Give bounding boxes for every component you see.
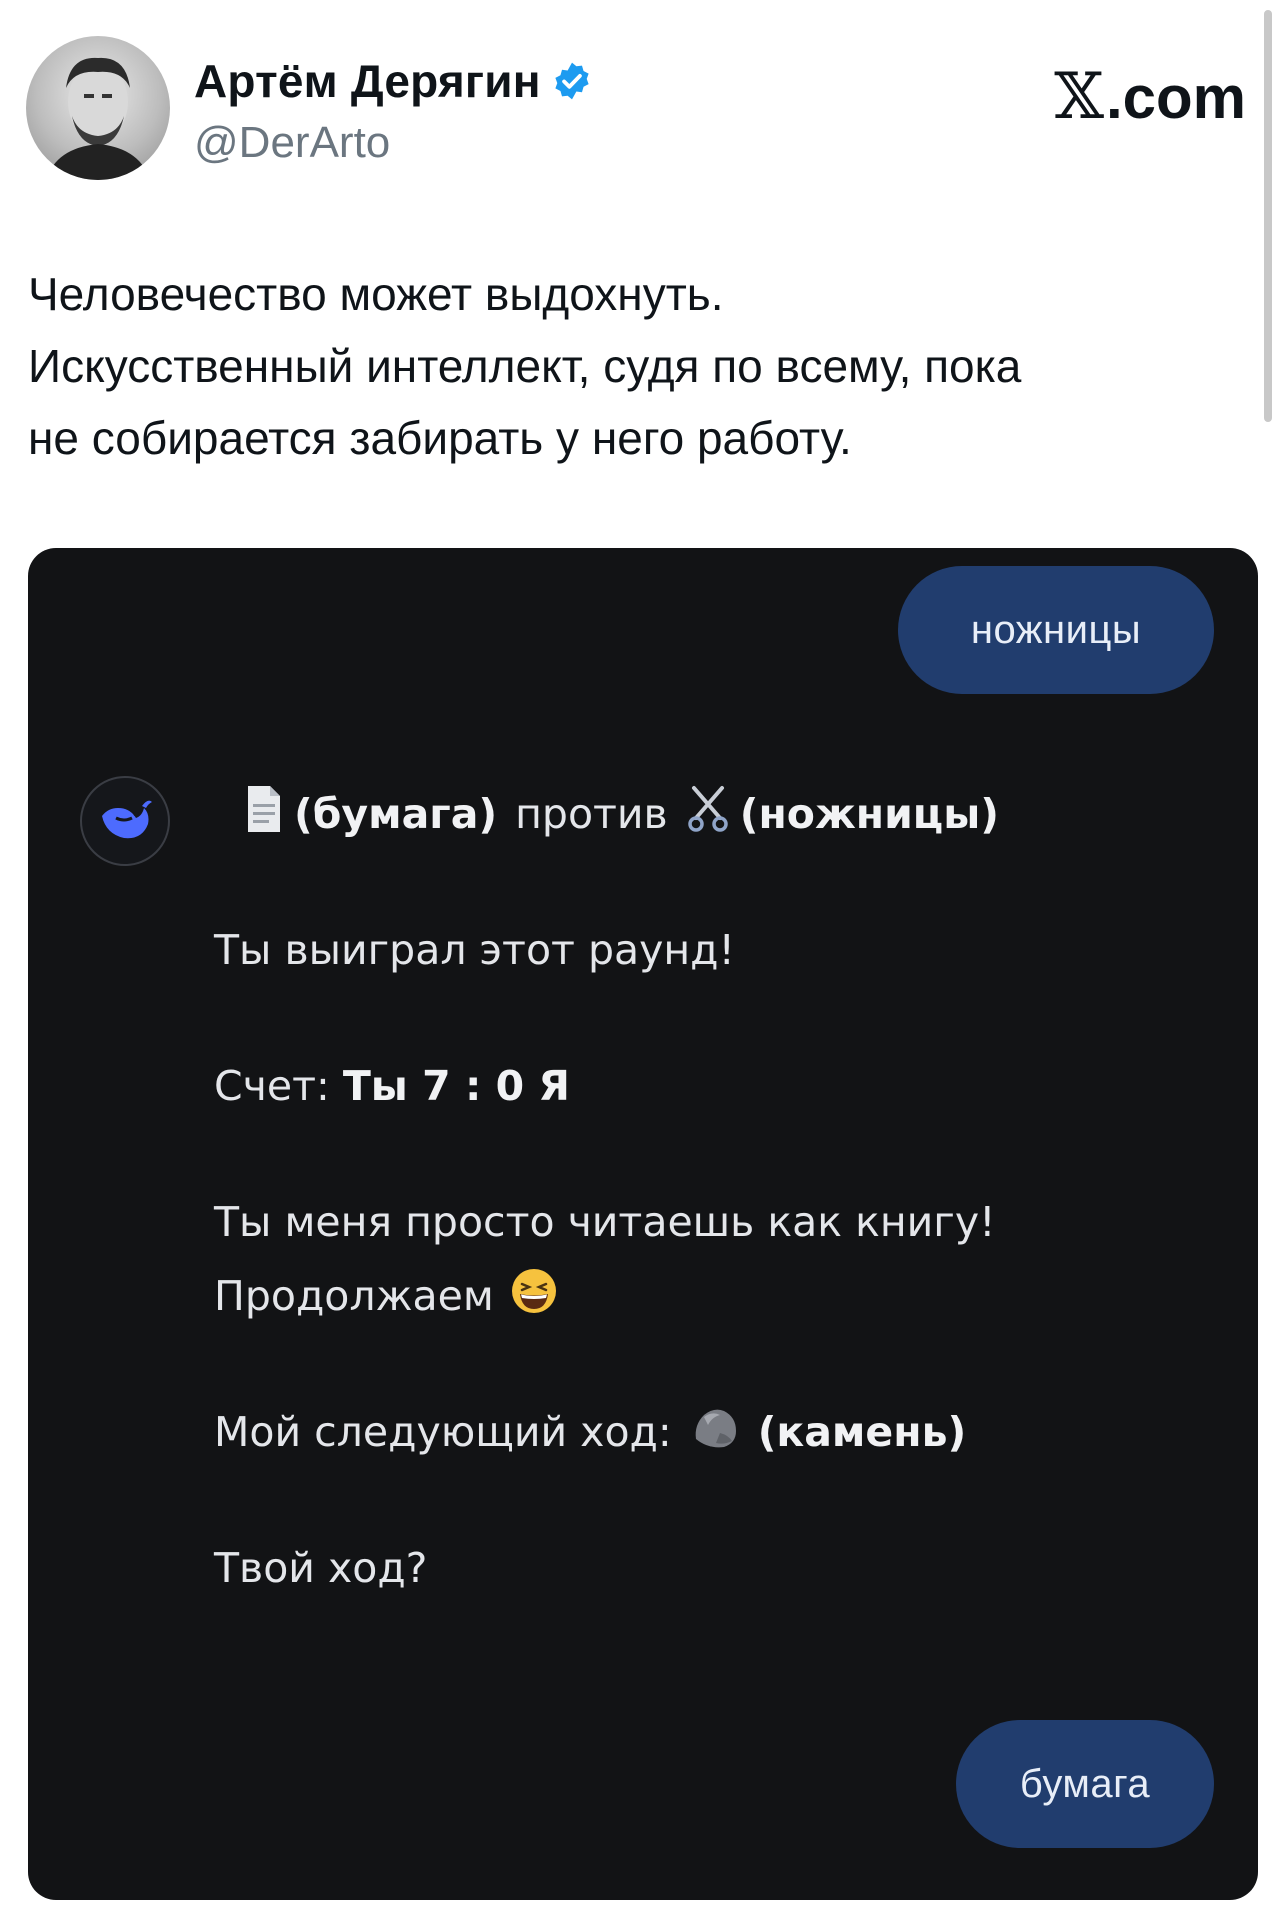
verified-badge-icon	[551, 60, 593, 102]
comment-line-1: Ты меня просто читаешь как книгу!	[214, 1198, 996, 1246]
round-result-line: (бумага) против (ножницы)	[244, 776, 999, 852]
tweet-header: Артём Дерягин @DerArto 𝕏 .com	[26, 36, 1246, 186]
tweet-text: Человечество может выдохнуть. Искусствен…	[28, 258, 1238, 474]
author-handle[interactable]: @DerArto	[194, 118, 390, 168]
brand-logo: 𝕏 .com	[1054, 60, 1246, 134]
author-name-row: Артём Дерягин	[194, 54, 593, 108]
scrollbar[interactable]	[1264, 10, 1272, 422]
result-text: Ты выиграл этот раунд!	[214, 926, 735, 974]
comment-line-2: Продолжаем	[214, 1258, 568, 1334]
user-message-bubble: бумага	[956, 1720, 1214, 1848]
rock-icon	[690, 1403, 740, 1461]
user-message-text: ножницы	[970, 607, 1142, 652]
user-message-text: бумага	[1019, 1761, 1151, 1806]
tweet-media-chat-screenshot[interactable]: ножницы (бумага) против (ножницы) Ты выи…	[28, 548, 1258, 1900]
score-line: Счет: Ты 7 : 0 Я	[214, 1048, 570, 1124]
score-value: Ты 7 : 0 Я	[342, 1062, 570, 1110]
score-prefix: Счет:	[214, 1062, 330, 1110]
bot-avatar	[80, 776, 170, 866]
tweet-line: Человечество может выдохнуть.	[28, 268, 724, 320]
x-logo-icon: 𝕏	[1054, 60, 1104, 134]
brand-suffix: .com	[1105, 63, 1246, 131]
tweet-line: Искусственный интеллект, судя по всему, …	[28, 340, 1022, 392]
whale-logo-icon	[102, 800, 152, 839]
next-move-prefix: Мой следующий ход:	[214, 1408, 672, 1456]
avatar[interactable]	[26, 36, 170, 180]
question-text: Твой ход?	[214, 1544, 428, 1592]
comment-text: Продолжаем	[214, 1272, 494, 1320]
right-choice-label: (ножницы)	[739, 790, 1000, 838]
next-move-line: Мой следующий ход: (камень)	[214, 1394, 966, 1470]
tweet-line: не собирается забирать у него работу.	[28, 412, 852, 464]
document-icon	[244, 784, 284, 844]
user-message-bubble: ножницы	[898, 566, 1214, 694]
grinning-squinting-face-icon	[510, 1267, 558, 1325]
avatar-portrait-image	[46, 57, 150, 180]
versus-text: против	[515, 790, 668, 838]
scissors-icon	[686, 784, 730, 844]
author-name[interactable]: Артём Дерягин	[194, 54, 541, 108]
next-move-label: (камень)	[757, 1408, 967, 1456]
left-choice-label: (бумага)	[294, 790, 498, 838]
